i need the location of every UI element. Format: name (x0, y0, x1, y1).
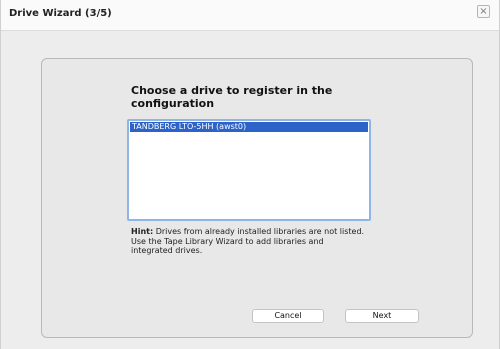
drive-list[interactable]: TANDBERG LTO-5HH (awst0) (127, 119, 371, 221)
dialog-titlebar: Drive Wizard (3/5) × (1, 0, 499, 31)
drive-list-item[interactable]: TANDBERG LTO-5HH (awst0) (130, 122, 368, 132)
hint-body: Drives from already installed libraries … (131, 227, 365, 255)
wizard-content-panel: Choose a drive to register in the config… (41, 58, 473, 338)
hint-text-block: Hint: Drives from already installed libr… (131, 227, 367, 256)
drive-selection-prompt: Choose a drive to register in the config… (131, 84, 333, 110)
close-icon[interactable]: × (477, 5, 490, 18)
cancel-button[interactable]: Cancel (252, 309, 324, 323)
drive-wizard-dialog: Drive Wizard (3/5) × Choose a drive to r… (0, 0, 500, 349)
dialog-title: Drive Wizard (3/5) (9, 8, 112, 19)
next-button[interactable]: Next (345, 309, 419, 323)
hint-label: Hint: (131, 227, 154, 236)
